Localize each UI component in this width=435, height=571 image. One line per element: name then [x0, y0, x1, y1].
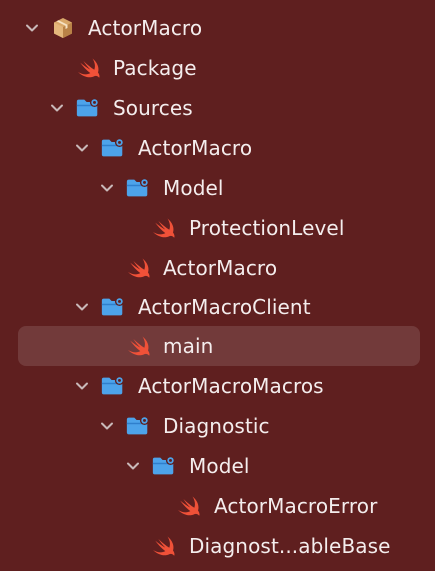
tree-item-label: Model	[163, 176, 224, 200]
tree-row-actormacro-folder[interactable]: ActorMacro	[0, 128, 435, 168]
tree-row-diagnostic-folder[interactable]: Diagnostic	[0, 406, 435, 446]
tree-row-package-file[interactable]: Package	[0, 48, 435, 88]
swift-file-icon	[151, 534, 177, 558]
chevron-down-icon[interactable]	[72, 376, 92, 396]
tree-item-label: Package	[113, 56, 197, 80]
tree-row-actormacroclient-folder[interactable]: ActorMacroClient	[0, 287, 435, 327]
folder-gear-icon	[125, 414, 151, 438]
tree-item-label: Diagnost...ableBase	[189, 534, 391, 558]
tree-item-label: ActorMacroError	[214, 494, 378, 518]
chevron-down-icon[interactable]	[97, 416, 117, 436]
tree-row-sources-folder[interactable]: Sources	[0, 88, 435, 128]
folder-gear-icon	[125, 176, 151, 200]
chevron-down-icon[interactable]	[123, 456, 143, 476]
folder-gear-icon	[100, 136, 126, 160]
tree-item-label: ActorMacro	[163, 256, 278, 280]
tree-row-model-folder[interactable]: Model	[0, 168, 435, 208]
tree-row-actormacro-file[interactable]: ActorMacro	[0, 248, 435, 288]
package-icon	[50, 16, 76, 40]
project-navigator: ActorMacro Package Sources ActorMacro Mo…	[0, 0, 435, 571]
tree-row-diagnosticable-base-file[interactable]: Diagnost...ableBase	[0, 526, 435, 566]
tree-item-label: Diagnostic	[163, 414, 270, 438]
folder-gear-icon	[75, 96, 101, 120]
swift-file-icon	[151, 216, 177, 240]
tree-row-model-folder-nested[interactable]: Model	[0, 446, 435, 486]
tree-item-label: Sources	[113, 96, 193, 120]
tree-row-actormacromacros-folder[interactable]: ActorMacroMacros	[0, 366, 435, 406]
tree-row-actormacroerror-file[interactable]: ActorMacroError	[0, 486, 435, 526]
swift-file-icon	[176, 494, 202, 518]
chevron-down-icon[interactable]	[97, 178, 117, 198]
tree-row-actormacro-package[interactable]: ActorMacro	[0, 8, 435, 48]
tree-item-label: main	[163, 334, 214, 358]
chevron-down-icon[interactable]	[72, 138, 92, 158]
tree-item-label: ActorMacro	[138, 136, 253, 160]
tree-item-label: Model	[189, 454, 250, 478]
chevron-down-icon[interactable]	[47, 98, 67, 118]
folder-gear-icon	[100, 374, 126, 398]
folder-gear-icon	[151, 454, 177, 478]
swift-file-icon	[126, 334, 152, 358]
chevron-down-icon[interactable]	[72, 297, 92, 317]
tree-item-label: ActorMacroMacros	[138, 374, 324, 398]
tree-item-label: ProtectionLevel	[189, 216, 345, 240]
swift-file-icon	[126, 256, 152, 280]
chevron-down-icon[interactable]	[22, 18, 42, 38]
swift-file-icon	[76, 56, 102, 80]
tree-row-main-file[interactable]: main	[0, 326, 435, 366]
tree-item-label: ActorMacroClient	[138, 295, 311, 319]
tree-item-label: ActorMacro	[88, 16, 203, 40]
folder-gear-icon	[100, 295, 126, 319]
tree-row-protectionlevel-file[interactable]: ProtectionLevel	[0, 208, 435, 248]
